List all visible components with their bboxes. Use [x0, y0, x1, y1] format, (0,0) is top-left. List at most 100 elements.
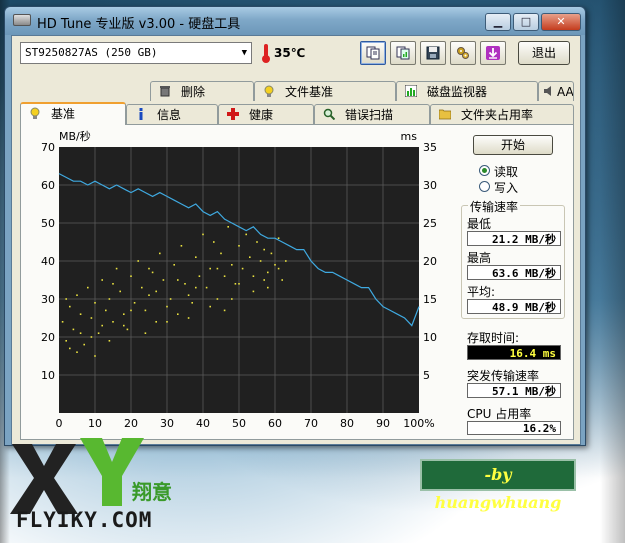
x-tick-label: 20 — [124, 417, 138, 430]
access-time-point — [112, 321, 114, 323]
access-time-point — [144, 309, 147, 312]
tab-error-scan-label: 错误扫描 — [345, 108, 394, 122]
access-time-point — [267, 286, 269, 289]
access-time-point — [231, 298, 233, 300]
flyiky-site-text: FLYIKY.COM — [16, 508, 153, 532]
tab-erase[interactable]: 删除 — [150, 81, 254, 101]
access-time-point — [195, 286, 197, 289]
access-time-point — [187, 294, 190, 296]
access-time-point — [277, 267, 280, 270]
magnifier-icon — [323, 108, 335, 120]
left-axis-label: MB/秒 — [59, 129, 91, 143]
speaker-icon — [544, 86, 551, 96]
access-time-point — [216, 267, 219, 270]
health-cross-icon — [227, 108, 239, 120]
tab-info-label: 信息 — [157, 108, 182, 122]
save-icon — [426, 46, 440, 60]
cpu-usage-label: CPU 占用率 — [467, 407, 532, 421]
x-tick-label: 60 — [268, 417, 282, 430]
access-time-point — [126, 328, 129, 331]
access-time-point — [267, 271, 269, 274]
access-time-point — [277, 237, 280, 239]
access-time-point — [94, 355, 96, 357]
access-time-point — [148, 267, 150, 270]
max-value: 63.6 MB/秒 — [467, 265, 561, 280]
access-time-point — [223, 275, 226, 277]
tab-health[interactable]: 健康 — [218, 104, 314, 124]
minimize-button[interactable]: ▁ — [485, 13, 511, 31]
trash-icon — [160, 86, 170, 97]
chevron-down-icon: ▼ — [241, 48, 247, 58]
access-time-point — [166, 305, 168, 308]
access-time-point — [177, 313, 179, 315]
download-icon — [486, 46, 500, 60]
disk-monitor-icon — [405, 85, 417, 97]
close-button[interactable]: ✕ — [541, 13, 581, 31]
access-time-point — [115, 267, 118, 270]
access-time-point — [123, 324, 125, 327]
access-time-point — [281, 279, 283, 281]
exit-button[interactable]: 退出 — [518, 41, 570, 65]
min-label: 最低 — [467, 217, 492, 231]
tab-file-benchmark[interactable]: 文件基准 — [254, 81, 396, 101]
tab-file-benchmark-label: 文件基准 — [285, 85, 334, 99]
left-tick-label: 20 — [41, 331, 55, 344]
access-time-point — [144, 332, 147, 334]
access-time-point — [65, 298, 67, 300]
write-radio-label: 写入 — [494, 181, 519, 195]
tab-aam[interactable]: AAM — [538, 81, 574, 101]
download-button[interactable] — [480, 41, 506, 65]
access-time-point — [76, 351, 78, 353]
start-button[interactable]: 开始 — [473, 135, 553, 155]
copy-chart-button[interactable] — [390, 41, 416, 65]
access-time-point — [72, 328, 75, 331]
tab-folder-usage[interactable]: 文件夹占用率 — [430, 104, 574, 124]
x-tick-label: 90 — [376, 417, 390, 430]
maximize-button[interactable]: □ — [513, 13, 539, 31]
title-bar[interactable]: HD Tune 专业版 v3.00 - 硬盘工具 ▁ □ ✕ — [5, 7, 585, 35]
drive-select-value: ST9250827AS (250 GB) — [25, 46, 158, 59]
access-time-point — [130, 309, 132, 312]
tab-info[interactable]: 信息 — [126, 104, 218, 124]
access-time-point — [123, 313, 125, 315]
access-time-point — [112, 283, 114, 285]
access-time-point — [227, 226, 229, 228]
access-time-point — [61, 321, 64, 323]
access-time-point — [83, 343, 85, 346]
left-tick-label: 50 — [41, 217, 55, 230]
access-time-point — [238, 245, 240, 247]
left-tick-label: 40 — [41, 255, 55, 268]
access-time-point — [223, 309, 226, 312]
access-time-point — [155, 290, 157, 293]
access-time-value: 16.4 ms — [467, 345, 561, 360]
access-time-point — [259, 260, 262, 262]
x-tick-label: 30 — [160, 417, 174, 430]
thermometer-icon — [262, 44, 270, 63]
folder-icon — [439, 109, 451, 120]
tab-benchmark[interactable]: 基准 — [20, 102, 126, 125]
access-time-point — [101, 324, 103, 327]
tab-disk-monitor-label: 磁盘监视器 — [427, 85, 488, 99]
window-title: HD Tune 专业版 v3.00 - 硬盘工具 — [37, 17, 241, 32]
access-time-point — [249, 256, 251, 258]
save-button[interactable] — [420, 41, 446, 65]
tab-error-scan[interactable]: 错误扫描 — [314, 104, 430, 124]
access-time-point — [270, 252, 273, 255]
tab-disk-monitor[interactable]: 磁盘监视器 — [396, 81, 538, 101]
copy-chart-icon — [396, 46, 410, 60]
left-tick-label: 10 — [41, 369, 55, 382]
access-time-point — [209, 305, 211, 308]
settings-button[interactable] — [450, 41, 476, 65]
max-label: 最高 — [467, 251, 492, 265]
drive-select[interactable]: ST9250827AS (250 GB) ▼ — [20, 42, 252, 64]
x-tick-label: 40 — [196, 417, 210, 430]
author-signature: -by huangwhuang — [420, 459, 576, 512]
copy-info-button[interactable] — [360, 41, 386, 65]
access-time-point — [198, 275, 201, 277]
file-benchmark-icon — [264, 85, 274, 97]
flyiky-logo — [10, 438, 144, 514]
access-time-point — [166, 321, 168, 323]
access-time-point — [108, 340, 111, 342]
right-axis-label: ms — [401, 130, 418, 143]
x-tick-label: 70 — [304, 417, 318, 430]
